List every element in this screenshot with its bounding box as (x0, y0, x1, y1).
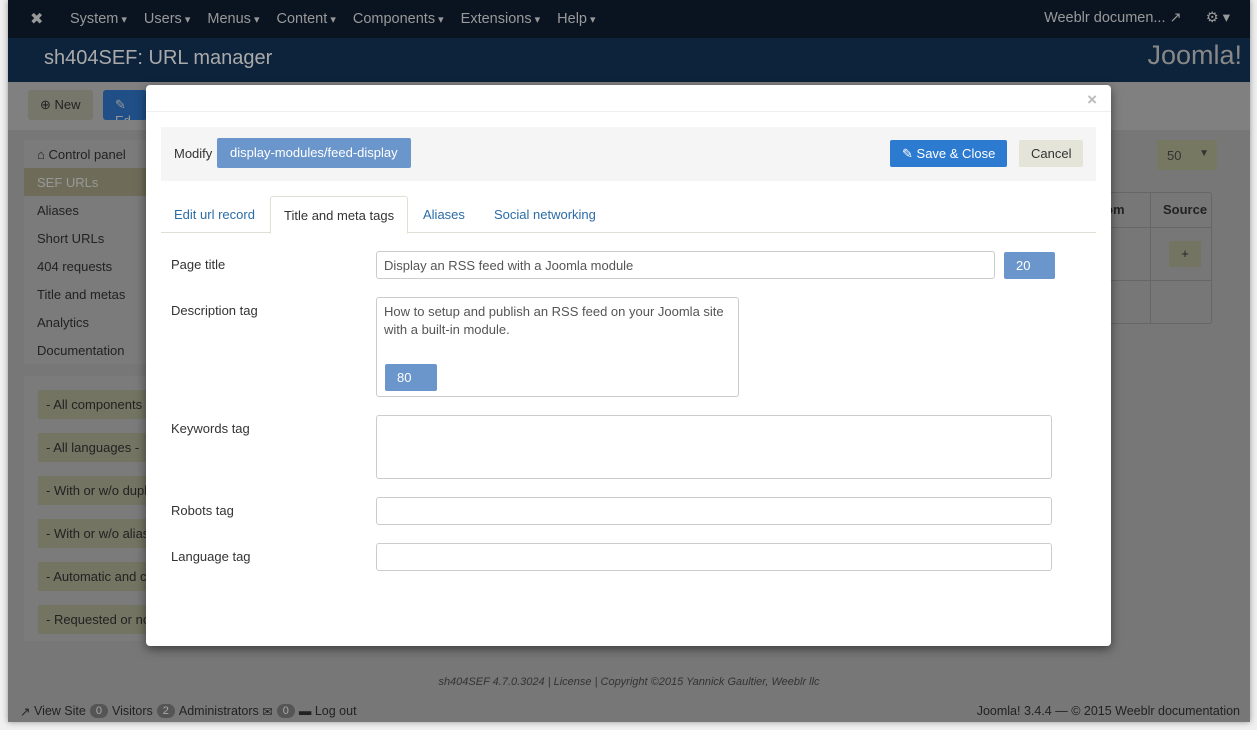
description-label: Description tag (171, 303, 258, 318)
edit-label: Ed (115, 113, 131, 120)
close-icon[interactable]: × (1087, 90, 1097, 110)
menu-help[interactable]: Help (557, 11, 595, 27)
page-title: sh404SEF: URL manager (44, 47, 273, 69)
menu-extensions[interactable]: Extensions (461, 11, 541, 27)
save-close-button[interactable]: ✎ Save & Close (890, 140, 1008, 167)
tab-social-networking[interactable]: Social networking (481, 196, 609, 233)
external-link-icon: ↗ (20, 704, 31, 719)
menu-components[interactable]: Components (353, 11, 444, 27)
sidebar-item-short-urls[interactable]: Short URLs (24, 224, 154, 252)
cancel-button[interactable]: Cancel (1019, 140, 1084, 167)
filter-duplicates[interactable]: - With or w/o dupl (38, 476, 154, 505)
credits: sh404SEF 4.7.0.3024 | License | Copyrigh… (438, 676, 820, 688)
page-title-count: 20 (1004, 252, 1055, 279)
caret-down-icon: ▼ (1199, 148, 1209, 159)
gear-icon[interactable]: ⚙ ▾ (1206, 10, 1230, 26)
new-button[interactable]: ⊕ New (28, 90, 93, 120)
keywords-textarea[interactable] (376, 415, 1052, 479)
envelope-icon: ✉ (262, 704, 273, 719)
site-link[interactable]: Weeblr documen... ↗ (1044, 10, 1182, 26)
sidebar-item-documentation[interactable]: Documentation (24, 336, 154, 364)
language-input[interactable] (376, 543, 1052, 571)
plus-circle-icon: ⊕ (40, 97, 51, 112)
status-bar: ↗ View Site 0 Visitors 2 Administrators ✉ … (8, 700, 1250, 722)
edit-url-modal: × Modify display-modules/feed-display ✎ … (146, 85, 1111, 646)
joomla-logo: Joomla! (1147, 40, 1242, 70)
visitors-badge: 0 (89, 704, 108, 718)
site-name: Weeblr documen... (1044, 10, 1166, 26)
sidebar-item-analytics[interactable]: Analytics (24, 308, 154, 336)
filter-languages[interactable]: - All languages - (38, 433, 154, 462)
minus-icon: ▬ (298, 704, 312, 718)
admins-badge: 2 (156, 704, 175, 718)
modify-label: Modify (174, 146, 213, 161)
sidebar-item-label: Control panel (48, 147, 126, 162)
top-navbar: ✖ System Users Menus Content Components … (8, 0, 1250, 38)
menu-system[interactable]: System (70, 11, 127, 27)
save-label: Save & Close (916, 146, 996, 161)
modal-tabs: Edit url record Title and meta tags Alia… (161, 196, 1096, 234)
filter-requested[interactable]: - Requested or no (38, 605, 154, 634)
joomla-icon[interactable]: ✖ (30, 9, 50, 29)
menu-content[interactable]: Content (276, 11, 335, 27)
column-header-source: Source (1163, 202, 1208, 217)
robots-label: Robots tag (171, 503, 234, 518)
tab-aliases[interactable]: Aliases (410, 196, 478, 233)
logout-link[interactable]: Log out (315, 704, 357, 718)
page-title-label: Page title (171, 257, 226, 272)
edit-button[interactable]: ✎ Ed (103, 90, 147, 120)
sidebar-item-sef-urls[interactable]: SEF URLs (24, 168, 154, 196)
filter-automatic[interactable]: - Automatic and c (38, 562, 154, 591)
admins-label: Administrators (178, 704, 259, 718)
edit-icon: ✎ (902, 146, 913, 161)
home-icon: ⌂ (37, 147, 45, 162)
view-site-link[interactable]: View Site (34, 704, 86, 718)
tab-title-meta-tags[interactable]: Title and meta tags (270, 196, 409, 234)
visitors-label: Visitors (111, 704, 153, 718)
robots-input[interactable] (376, 497, 1052, 525)
page-title-input[interactable]: Display an RSS feed with a Joomla module (376, 251, 995, 279)
url-badge: display-modules/feed-display (217, 138, 411, 168)
description-count: 80 (385, 364, 437, 391)
sidebar-item-title-metas[interactable]: Title and metas (24, 280, 154, 308)
language-label: Language tag (171, 549, 251, 564)
new-label: New (54, 97, 81, 112)
sidebar: ⌂ Control panel SEF URLs Aliases Short U… (24, 140, 154, 364)
page-header: sh404SEF: URL manager Joomla! (8, 38, 1250, 82)
messages-badge[interactable]: 0 (276, 704, 295, 718)
menu-users[interactable]: Users (144, 11, 190, 27)
filters-panel: - All components - All languages - - Wit… (24, 376, 154, 641)
tab-edit-url-record[interactable]: Edit url record (161, 196, 268, 233)
filter-components[interactable]: - All components (38, 390, 154, 419)
sidebar-item-404-requests[interactable]: 404 requests (24, 252, 154, 280)
list-limit-select[interactable]: 50 ▼ (1157, 140, 1217, 170)
sidebar-item-aliases[interactable]: Aliases (24, 196, 154, 224)
keywords-label: Keywords tag (171, 421, 250, 436)
list-limit-value: 50 (1167, 148, 1182, 163)
menu-menus[interactable]: Menus (207, 11, 259, 27)
modal-toolbar: Modify display-modules/feed-display ✎ Sa… (161, 127, 1096, 181)
version-text: Joomla! 3.4.4 — © 2015 Weeblr documentat… (976, 704, 1240, 718)
sidebar-item-control-panel[interactable]: ⌂ Control panel (24, 140, 154, 168)
edit-icon: ✎ (115, 97, 126, 112)
filter-aliases[interactable]: - With or w/o alias (38, 519, 154, 548)
source-button[interactable]: + (1169, 241, 1201, 267)
external-link-icon: ↗ (1169, 10, 1182, 26)
